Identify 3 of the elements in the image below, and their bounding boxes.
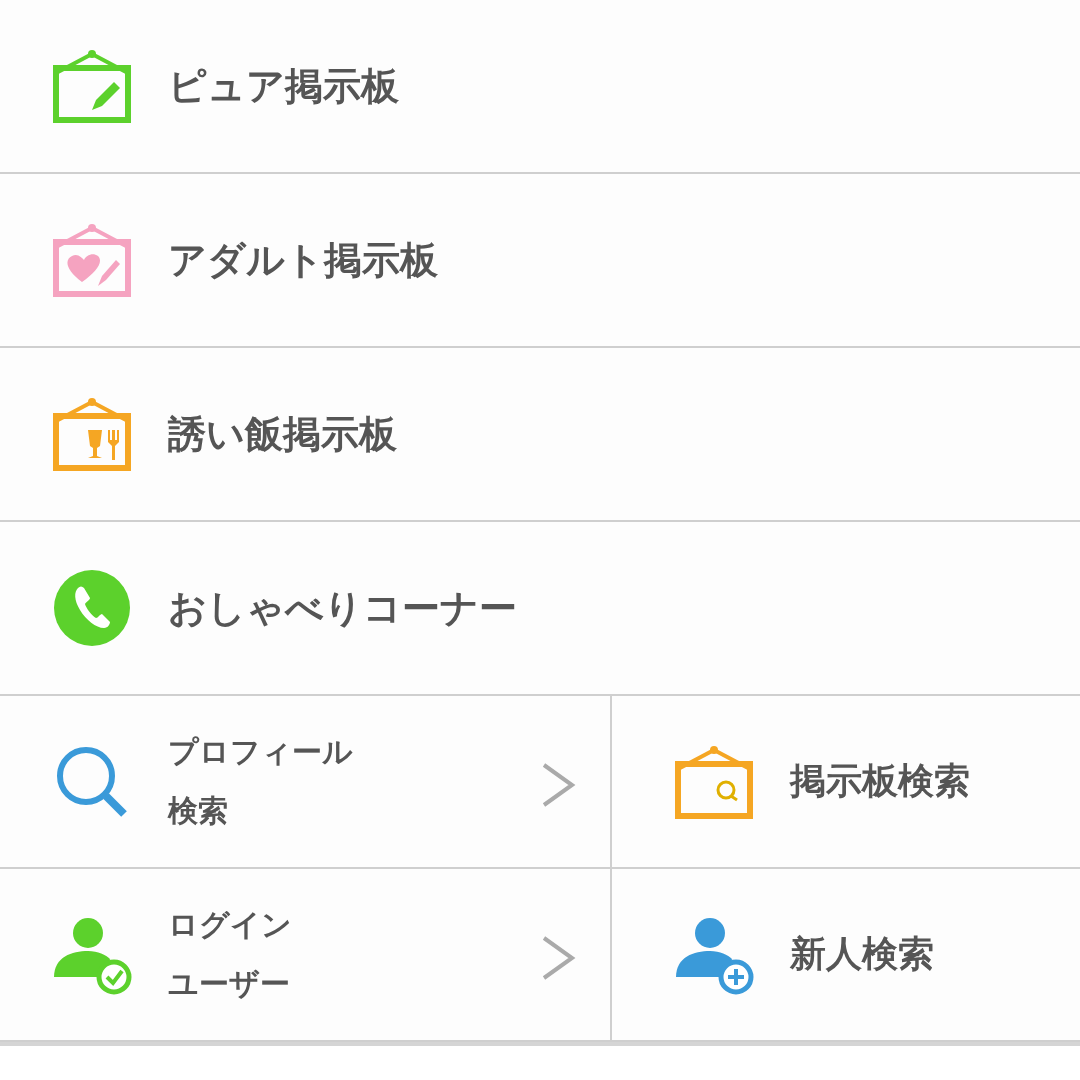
phone-icon (52, 568, 132, 648)
menu-tile[interactable]: プロフィール 検索 (0, 696, 612, 869)
menu-tile[interactable]: ログイン ユーザー (0, 869, 612, 1042)
